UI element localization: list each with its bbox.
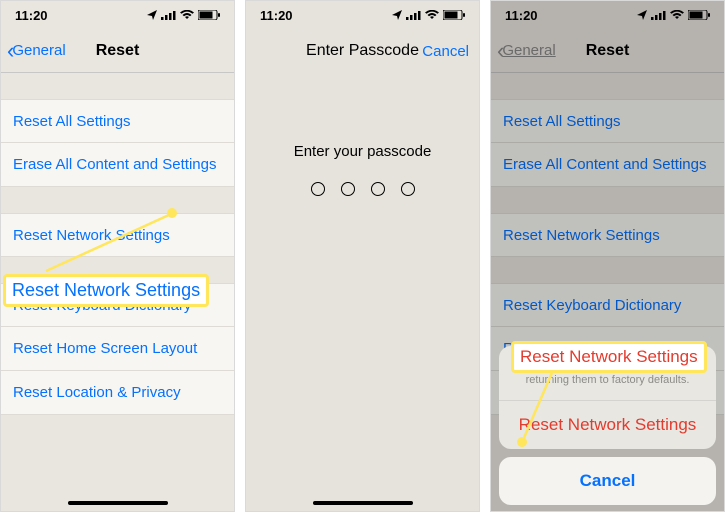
status-icons: [637, 10, 710, 20]
reset-all-settings-button[interactable]: Reset All Settings: [1, 99, 234, 143]
home-indicator[interactable]: [313, 501, 413, 505]
reset-network-settings-button[interactable]: Reset Network Settings: [1, 213, 234, 257]
nav-bar: ‹ General Reset: [491, 29, 724, 73]
annotation-callout: Reset Network Settings: [511, 341, 707, 373]
page-title: Enter Passcode: [306, 42, 419, 60]
annotation-marker: [517, 437, 527, 447]
confirm-reset-network-button[interactable]: Reset Network Settings: [499, 401, 716, 449]
signal-icon: [651, 10, 666, 20]
row-label: Reset Home Screen Layout: [13, 340, 197, 357]
passcode-dot: [341, 182, 355, 196]
passcode-dot: [401, 182, 415, 196]
back-button: ‹ General: [497, 40, 556, 62]
status-time: 11:20: [260, 8, 293, 23]
location-icon: [392, 10, 402, 20]
page-title: Reset: [96, 42, 140, 60]
battery-icon: [198, 10, 220, 20]
row-label: Erase All Content and Settings: [13, 156, 216, 173]
back-label: General: [12, 42, 65, 59]
status-bar: 11:20: [246, 1, 479, 29]
page-title: Reset: [586, 42, 630, 60]
status-time: 11:20: [505, 8, 538, 23]
screen-enter-passcode: 11:20 Enter Passcode Cancel Enter your p…: [245, 0, 480, 512]
back-label: General: [502, 42, 555, 59]
screen-reset-settings: 11:20 ‹ General Reset Reset All Settings…: [0, 0, 235, 512]
status-bar: 11:20: [491, 1, 724, 29]
row-label: Reset Keyboard Dictionary: [503, 297, 681, 314]
row-label: Reset All Settings: [13, 113, 131, 130]
row-label: Reset Network Settings: [13, 227, 170, 244]
cancel-button[interactable]: Cancel: [422, 43, 469, 60]
reset-network-settings-button: Reset Network Settings: [491, 213, 724, 257]
status-bar: 11:20: [1, 1, 234, 29]
row-label: Erase All Content and Settings: [503, 156, 706, 173]
row-label: Reset Network Settings: [503, 227, 660, 244]
reset-all-settings-button: Reset All Settings: [491, 99, 724, 143]
status-icons: [392, 10, 465, 20]
passcode-area: Enter your passcode: [246, 143, 479, 196]
wifi-icon: [180, 10, 194, 20]
wifi-icon: [425, 10, 439, 20]
passcode-dot: [311, 182, 325, 196]
wifi-icon: [670, 10, 684, 20]
list-group-1: Reset All Settings Erase All Content and…: [491, 99, 724, 187]
list-group-2: Reset Network Settings: [491, 213, 724, 257]
back-button[interactable]: ‹ General: [7, 40, 66, 62]
passcode-dots[interactable]: [246, 182, 479, 196]
annotation-marker: [167, 208, 177, 218]
battery-icon: [443, 10, 465, 20]
location-icon: [637, 10, 647, 20]
row-label: Reset Location & Privacy: [13, 384, 181, 401]
screen-reset-confirm: 11:20 ‹ General Reset Reset All Settings…: [490, 0, 725, 512]
battery-icon: [688, 10, 710, 20]
nav-bar: Enter Passcode Cancel: [246, 29, 479, 73]
annotation-callout: Reset Network Settings: [3, 274, 209, 307]
row-label: Reset All Settings: [503, 113, 621, 130]
erase-all-button: Erase All Content and Settings: [491, 143, 724, 187]
list-group-2: Reset Network Settings: [1, 213, 234, 257]
nav-bar: ‹ General Reset: [1, 29, 234, 73]
action-sheet-cancel-button[interactable]: Cancel: [499, 457, 716, 505]
home-indicator[interactable]: [68, 501, 168, 505]
reset-home-screen-button[interactable]: Reset Home Screen Layout: [1, 327, 234, 371]
status-time: 11:20: [15, 8, 48, 23]
passcode-dot: [371, 182, 385, 196]
list-group-1: Reset All Settings Erase All Content and…: [1, 99, 234, 187]
passcode-prompt: Enter your passcode: [246, 143, 479, 160]
status-icons: [147, 10, 220, 20]
signal-icon: [161, 10, 176, 20]
signal-icon: [406, 10, 421, 20]
erase-all-button[interactable]: Erase All Content and Settings: [1, 143, 234, 187]
location-icon: [147, 10, 157, 20]
reset-keyboard-dictionary-button: Reset Keyboard Dictionary: [491, 283, 724, 327]
reset-location-privacy-button[interactable]: Reset Location & Privacy: [1, 371, 234, 415]
